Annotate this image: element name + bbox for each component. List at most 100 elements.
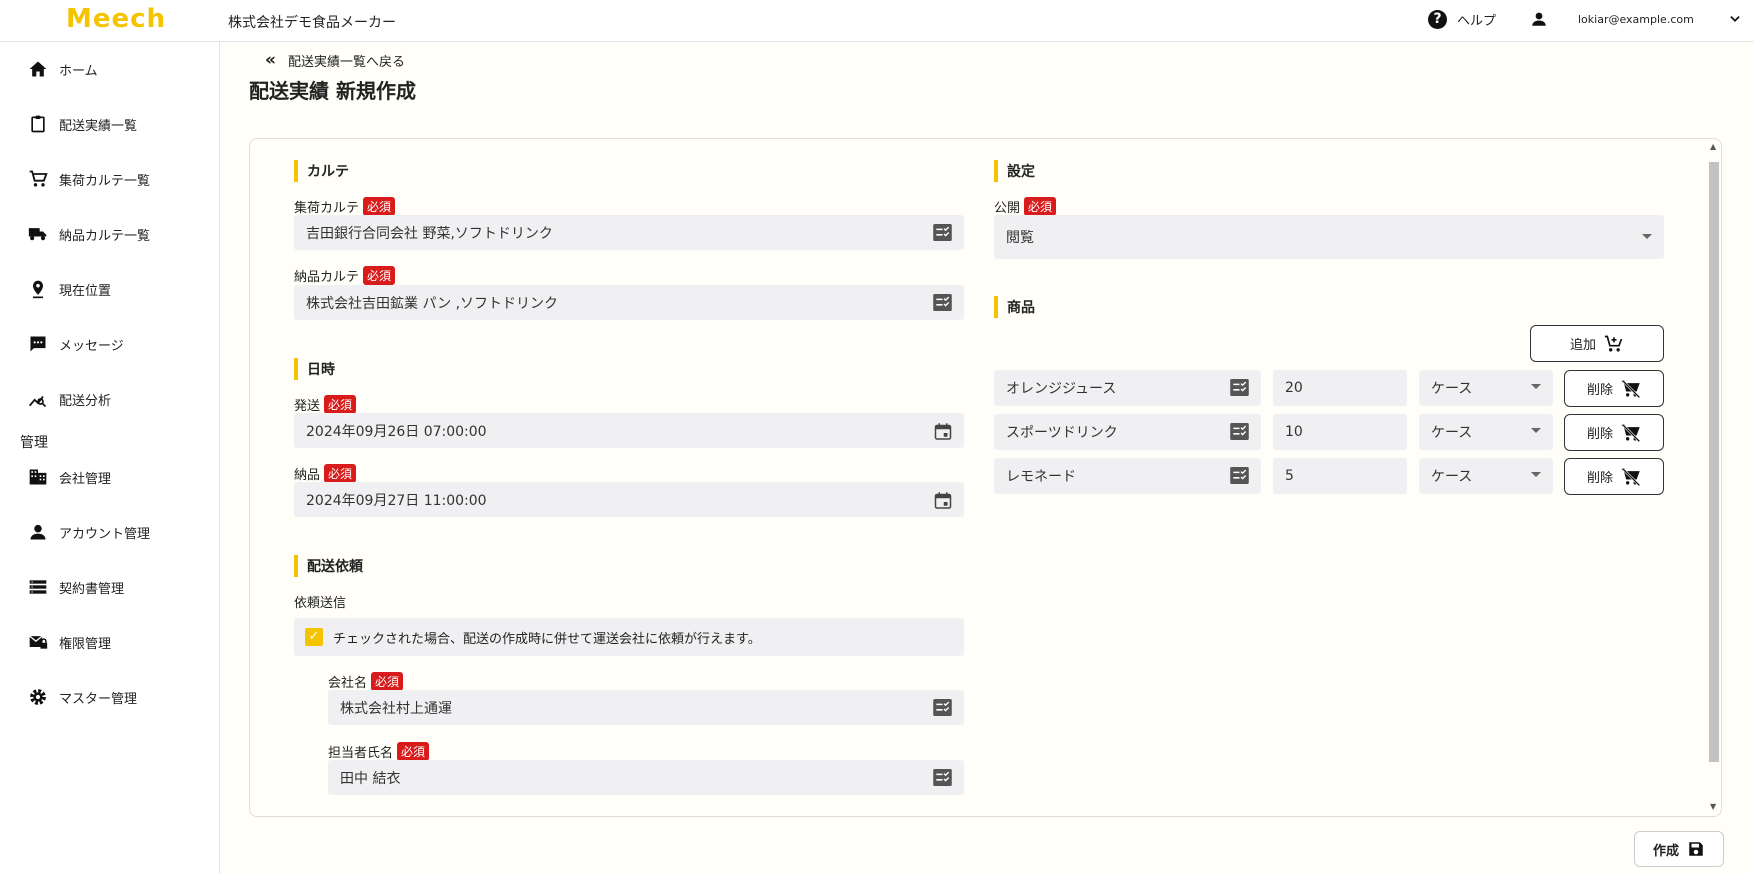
add-product-button[interactable]: 追加 (1530, 325, 1664, 362)
sidebar-item-company-admin[interactable]: 会社管理 (27, 466, 111, 488)
delivery-karte-field[interactable]: 株式会社吉田鉱業 パン ,ソフトドリンク (294, 285, 964, 320)
help-icon: ? (1428, 10, 1447, 29)
back-link[interactable]: « 配送実績一覧へ戻る (265, 50, 405, 70)
checklist-icon[interactable] (1230, 467, 1249, 484)
required-badge: 必須 (1024, 197, 1057, 216)
scroll-down-icon[interactable]: ▼ (1710, 802, 1716, 811)
request-send-checkbox-row[interactable]: ✓ チェックされた場合、配送の作成時に併せて運送会社に依頼が行えます。 (294, 618, 964, 656)
sidebar-item-label: 配送分析 (59, 393, 112, 409)
product-unit-select[interactable]: ケース (1419, 458, 1553, 494)
sidebar-item-pickup-karte[interactable]: 集荷カルテ一覧 (27, 168, 150, 190)
message-icon (27, 333, 49, 355)
ship-datetime-label: 発送 必須 (294, 395, 357, 414)
product-qty-field[interactable]: 10 (1273, 414, 1407, 450)
scrollbar[interactable]: ▲ ▼ (1708, 142, 1720, 813)
person-icon (27, 521, 49, 543)
deliver-datetime-field[interactable]: 2024年09月27日 11:00:00 (294, 482, 964, 517)
checkbox-checked[interactable]: ✓ (305, 628, 323, 646)
product-unit-value: ケース (1431, 469, 1473, 485)
sidebar-item-delivery-records[interactable]: 配送実績一覧 (27, 113, 137, 135)
product-name-field[interactable]: レモネード (994, 458, 1261, 494)
scrollbar-thumb[interactable] (1709, 162, 1719, 762)
sidebar-item-home[interactable]: ホーム (27, 58, 98, 80)
calendar-icon[interactable] (934, 491, 952, 510)
product-name-field[interactable]: オレンジジュース (994, 370, 1261, 406)
delete-product-button[interactable]: 削除 (1564, 458, 1664, 495)
calendar-icon[interactable] (934, 422, 952, 441)
sidebar-item-label: 集荷カルテ一覧 (59, 173, 151, 189)
sidebar-item-label: メッセージ (59, 338, 124, 354)
required-badge: 必須 (324, 464, 357, 483)
remove-cart-icon (1621, 423, 1641, 442)
remove-cart-icon (1621, 379, 1641, 398)
sidebar-item-contract-admin[interactable]: 契約書管理 (27, 576, 124, 598)
sidebar-item-label: ホーム (59, 63, 98, 79)
mail-lock-icon (27, 631, 49, 653)
product-unit-value: ケース (1431, 381, 1473, 397)
public-select-value: 閲覧 (1006, 230, 1034, 246)
public-select[interactable]: 閲覧 (994, 215, 1664, 259)
carrier-company-field[interactable]: 株式会社村上通運 (328, 690, 964, 725)
delete-product-button[interactable]: 削除 (1564, 414, 1664, 451)
home-icon (27, 58, 49, 80)
checkbox-text: チェックされた場合、配送の作成時に併せて運送会社に依頼が行えます。 (333, 631, 761, 647)
product-qty-field[interactable]: 20 (1273, 370, 1407, 406)
checklist-icon[interactable] (933, 294, 952, 311)
product-name-field[interactable]: スポーツドリンク (994, 414, 1261, 450)
checklist-icon[interactable] (933, 699, 952, 716)
contact-person-field[interactable]: 田中 結衣 (328, 760, 964, 795)
product-qty-field[interactable]: 5 (1273, 458, 1407, 494)
help-label: ヘルプ (1457, 14, 1497, 29)
user-menu[interactable]: lokiar@example.com (1530, 10, 1742, 28)
scroll-up-icon[interactable]: ▲ (1710, 142, 1716, 151)
checklist-icon[interactable] (933, 769, 952, 786)
product-unit-select[interactable]: ケース (1419, 370, 1553, 406)
dropdown-arrow-icon (1531, 428, 1541, 433)
delete-product-button[interactable]: 削除 (1564, 370, 1664, 407)
company-name: 株式会社デモ食品メーカー (228, 15, 396, 31)
label-text: 納品カルテ (294, 270, 360, 285)
label-text: 発送 (294, 399, 321, 414)
add-cart-icon (1604, 335, 1623, 351)
product-qty-value: 5 (1285, 468, 1294, 484)
checklist-icon[interactable] (933, 224, 952, 241)
sidebar-item-messages[interactable]: メッセージ (27, 333, 124, 355)
required-badge: 必須 (397, 742, 430, 761)
sidebar-item-account-admin[interactable]: アカウント管理 (27, 521, 150, 543)
remove-cart-icon (1621, 467, 1641, 486)
required-badge: 必須 (324, 395, 357, 414)
help-button[interactable]: ? ヘルプ (1428, 10, 1496, 29)
sidebar-item-label: マスター管理 (59, 691, 138, 707)
create-button[interactable]: 作成 (1634, 831, 1724, 867)
sidebar-item-label: 会社管理 (59, 471, 112, 487)
sidebar-item-delivery-karte[interactable]: 納品カルテ一覧 (27, 223, 150, 245)
product-unit-select[interactable]: ケース (1419, 414, 1553, 450)
gear-icon (27, 686, 49, 708)
label-text: 納品 (294, 468, 321, 483)
sidebar-item-location[interactable]: 現在位置 (27, 278, 111, 300)
sidebar-item-label: 納品カルテ一覧 (59, 228, 151, 244)
product-qty-value: 10 (1285, 424, 1303, 440)
sidebar-item-master-admin[interactable]: マスター管理 (27, 686, 137, 708)
required-badge: 必須 (371, 672, 404, 691)
sidebar-item-permission-admin[interactable]: 権限管理 (27, 631, 111, 653)
location-pin-icon (27, 278, 49, 300)
app-logo[interactable]: Meech (66, 4, 166, 34)
company-name-label: 会社名 必須 (328, 672, 404, 691)
sidebar-item-analytics[interactable]: 配送分析 (27, 388, 111, 410)
dropdown-arrow-icon (1531, 384, 1541, 389)
label-text: 担当者氏名 (328, 746, 394, 761)
section-heading-products: 商品 (994, 296, 1035, 318)
pickup-karte-field[interactable]: 吉田銀行合同会社 野菜,ソフトドリンク (294, 215, 964, 250)
list-icon (27, 576, 49, 598)
checklist-icon[interactable] (1230, 423, 1249, 440)
clipboard-icon (27, 113, 49, 135)
delete-label: 削除 (1586, 383, 1613, 398)
ship-datetime-value: 2024年09月26日 07:00:00 (306, 423, 487, 440)
ship-datetime-field[interactable]: 2024年09月26日 07:00:00 (294, 413, 964, 448)
sidebar-item-label: 現在位置 (59, 283, 112, 299)
request-send-label: 依頼送信 (294, 596, 347, 611)
chevron-down-icon (1730, 16, 1740, 22)
building-icon (27, 466, 49, 488)
checklist-icon[interactable] (1230, 379, 1249, 396)
